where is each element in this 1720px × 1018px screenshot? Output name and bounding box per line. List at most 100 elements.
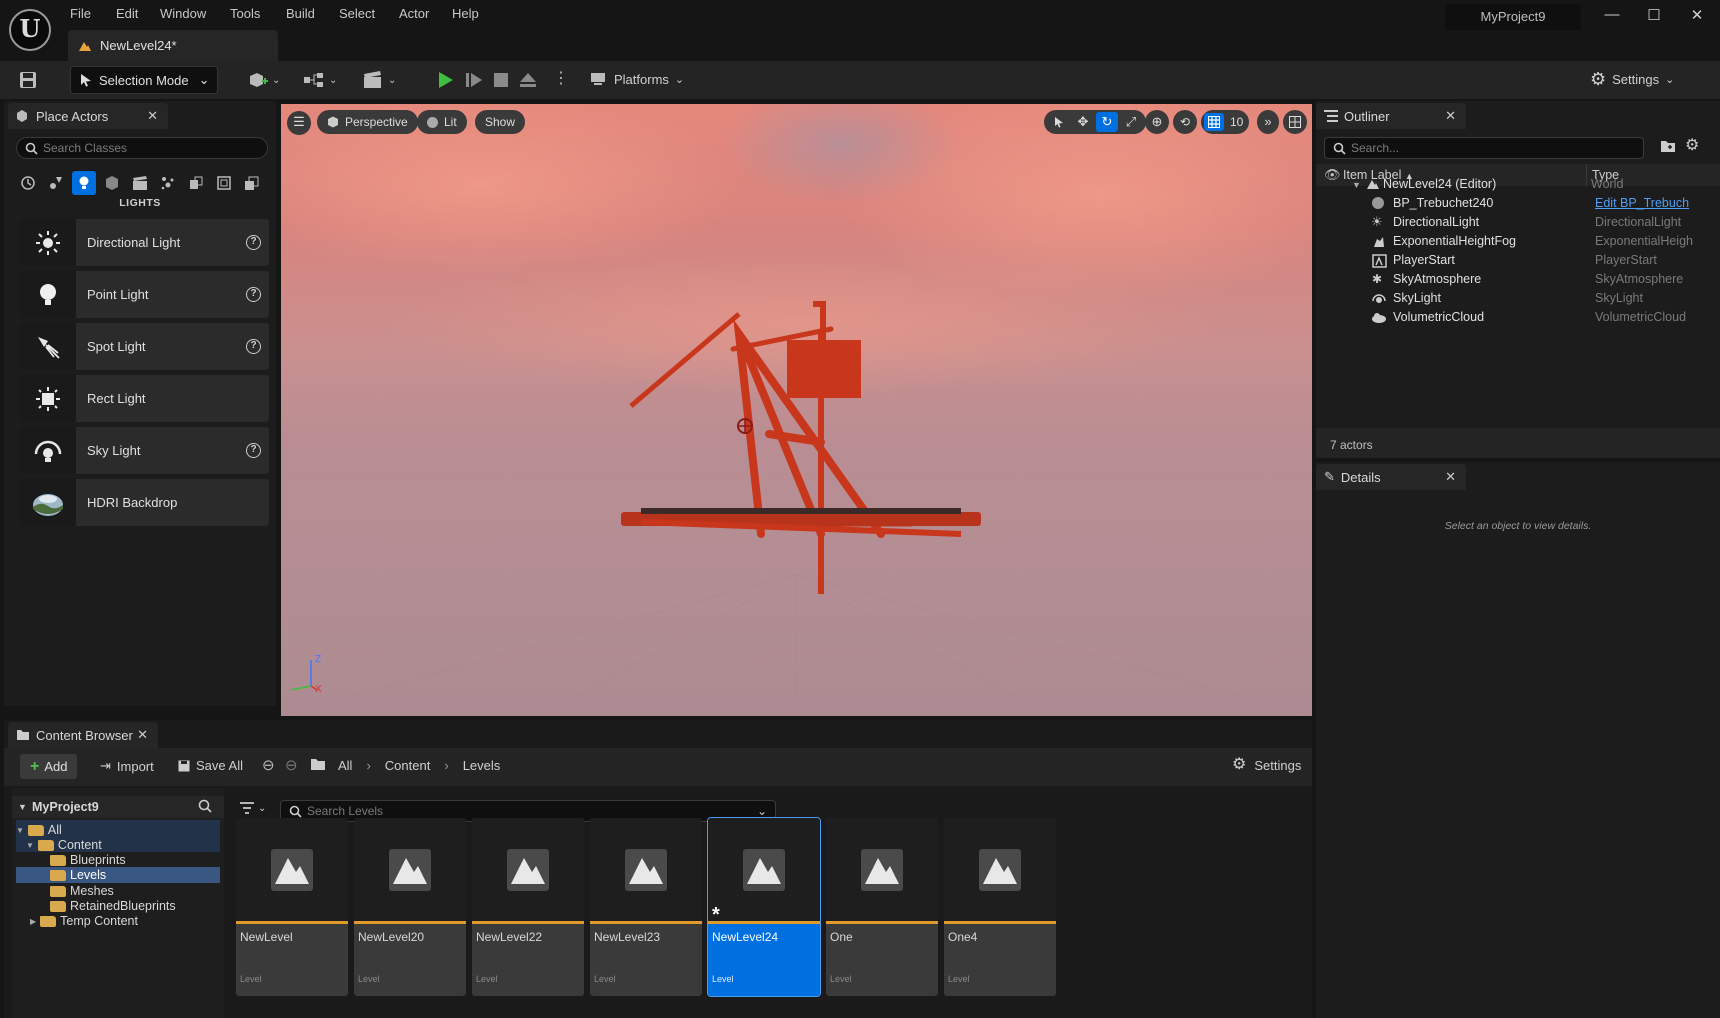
folder-icon[interactable] xyxy=(310,758,326,771)
close-window-icon[interactable]: ✕ xyxy=(1680,6,1714,30)
back-icon[interactable]: ⊖ xyxy=(262,756,275,774)
save-all-button[interactable]: Save All xyxy=(178,758,243,773)
menu-build[interactable]: Build xyxy=(286,6,315,24)
level-viewport[interactable]: ☰ Perspective Lit Show ✥ ↻ ⤢ ⊕ ⟲ 10 » Z … xyxy=(281,104,1312,716)
menu-edit[interactable]: Edit xyxy=(116,6,138,24)
import-button[interactable]: ⇥ Import xyxy=(100,758,154,774)
outliner-row-height-fog[interactable]: ExponentialHeightFog ExponentialHeigh xyxy=(1316,233,1720,252)
menu-select[interactable]: Select xyxy=(339,6,375,24)
details-tab[interactable]: ✎ Details ✕ xyxy=(1316,464,1466,490)
stop-icon[interactable] xyxy=(493,72,509,88)
tree-item-blueprints[interactable]: Blueprints xyxy=(50,852,126,868)
show-button[interactable]: Show xyxy=(475,110,526,134)
save-icon[interactable] xyxy=(18,70,38,90)
outliner-search-input[interactable]: Search... xyxy=(1324,137,1644,159)
lit-view-mode-button[interactable]: Lit xyxy=(417,110,467,134)
outliner-row-world[interactable]: ▼ NewLevel24 (Editor) World xyxy=(1316,175,1720,195)
maximize-icon[interactable]: ☐ xyxy=(1637,6,1671,30)
asset-tile[interactable]: NewLevel22 Level xyxy=(472,818,584,996)
add-folder-icon[interactable] xyxy=(1660,139,1676,153)
project-header[interactable]: ▼ MyProject9 xyxy=(12,796,224,818)
platforms-dropdown[interactable]: Platforms ⌄ xyxy=(590,71,684,87)
selection-mode-dropdown[interactable]: Selection Mode ⌄ xyxy=(70,66,218,94)
actor-item-point-light[interactable]: Point Light ? xyxy=(19,271,269,318)
outliner-row-sky-atmosphere[interactable]: ✱ SkyAtmosphere SkyAtmosphere xyxy=(1316,271,1720,290)
menu-help[interactable]: Help xyxy=(452,6,479,24)
cinematic-category-icon[interactable] xyxy=(128,171,152,195)
actor-item-spot-light[interactable]: Spot Light ? xyxy=(19,323,269,370)
help-icon[interactable]: ? xyxy=(246,443,261,458)
add-actor-button[interactable]: ⌄ xyxy=(248,71,280,89)
search-icon[interactable] xyxy=(198,799,212,813)
close-tab-icon[interactable]: ✕ xyxy=(137,727,148,743)
grid-snap-toggle[interactable]: 10 xyxy=(1201,110,1250,134)
viewport-layout-icon[interactable] xyxy=(1283,110,1307,134)
trebuchet-model[interactable] xyxy=(611,294,991,594)
select-tool-icon[interactable] xyxy=(1048,112,1070,132)
forward-icon[interactable]: ⊖ xyxy=(285,756,298,774)
world-space-icon[interactable]: ⊕ xyxy=(1145,110,1169,134)
expand-toolbar-icon[interactable]: » xyxy=(1257,110,1279,134)
surface-snapping-icon[interactable]: ⟲ xyxy=(1173,110,1197,134)
level-document-tab[interactable]: NewLevel24* xyxy=(68,30,278,61)
recent-category-icon[interactable] xyxy=(16,171,40,195)
breadcrumb-content[interactable]: Content xyxy=(385,758,431,773)
geometry-category-icon[interactable] xyxy=(212,171,236,195)
content-settings-button[interactable]: ⚙ Settings xyxy=(1232,757,1301,773)
tree-item-meshes[interactable]: Meshes xyxy=(50,883,114,899)
outliner-row-player-start[interactable]: PlayerStart PlayerStart xyxy=(1316,252,1720,271)
asset-tile[interactable]: NewLevel23 Level xyxy=(590,818,702,996)
tree-item-content[interactable]: ▼ Content xyxy=(26,837,102,853)
help-icon[interactable]: ? xyxy=(246,235,261,250)
collapse-arrow-icon[interactable]: ▼ xyxy=(18,802,27,812)
tree-item-retained-blueprints[interactable]: RetainedBlueprints xyxy=(50,898,176,914)
asset-tile[interactable]: * NewLevel24 Level xyxy=(707,817,821,997)
place-actors-tab[interactable]: Place Actors ✕ xyxy=(8,103,168,129)
menu-actor[interactable]: Actor xyxy=(399,6,429,24)
menu-window[interactable]: Window xyxy=(160,6,206,24)
breadcrumb-levels[interactable]: Levels xyxy=(463,758,501,773)
actor-item-sky-light[interactable]: Sky Light ? xyxy=(19,427,269,474)
asset-tile[interactable]: NewLevel Level xyxy=(236,818,348,996)
actor-item-rect-light[interactable]: Rect Light xyxy=(19,375,269,422)
unreal-logo[interactable]: U xyxy=(9,9,51,51)
actor-item-directional-light[interactable]: Directional Light ? xyxy=(19,219,269,266)
breadcrumb-all[interactable]: All xyxy=(338,758,352,773)
tree-item-levels[interactable]: Levels xyxy=(50,867,106,883)
outliner-row-sky-light[interactable]: SkyLight SkyLight xyxy=(1316,290,1720,309)
outliner-row-volumetric-cloud[interactable]: VolumetricCloud VolumetricCloud xyxy=(1316,309,1720,328)
eject-icon[interactable] xyxy=(519,71,537,89)
asset-tile[interactable]: One4 Level xyxy=(944,818,1056,996)
viewport-menu-icon[interactable]: ☰ xyxy=(287,111,311,135)
help-icon[interactable]: ? xyxy=(246,339,261,354)
basic-category-icon[interactable] xyxy=(44,171,68,195)
shapes-category-icon[interactable] xyxy=(100,171,124,195)
step-forward-icon[interactable] xyxy=(465,71,483,89)
tree-item-temp-content[interactable]: ▶ Temp Content xyxy=(30,913,138,929)
outliner-row-directional-light[interactable]: ☀ DirectionalLight DirectionalLight xyxy=(1316,214,1720,233)
add-button[interactable]: + Add xyxy=(20,754,78,779)
menu-file[interactable]: File xyxy=(70,6,91,24)
outliner-tab[interactable]: Outliner ✕ xyxy=(1316,103,1466,129)
move-tool-icon[interactable]: ✥ xyxy=(1072,112,1094,132)
toolbar-settings-button[interactable]: ⚙ Settings ⌄ xyxy=(1590,70,1674,88)
expand-arrow-icon[interactable]: ▼ xyxy=(1352,180,1361,190)
search-classes-input[interactable]: Search Classes xyxy=(16,137,268,159)
play-icon[interactable] xyxy=(435,70,455,90)
close-tab-icon[interactable]: ✕ xyxy=(1445,469,1456,485)
tree-item-all[interactable]: ▼ All xyxy=(16,822,62,838)
menu-tools[interactable]: Tools xyxy=(230,6,260,24)
minimize-icon[interactable]: — xyxy=(1595,6,1629,30)
rotate-tool-icon[interactable]: ↻ xyxy=(1096,112,1118,132)
lights-category-icon[interactable] xyxy=(72,171,96,195)
perspective-button[interactable]: Perspective xyxy=(317,110,418,134)
outliner-row-bp-trebuchet[interactable]: BP_Trebuchet240 Edit BP_Trebuch xyxy=(1316,195,1720,214)
volumes-category-icon[interactable] xyxy=(184,171,208,195)
filter-button[interactable]: ⌄ xyxy=(240,802,266,814)
asset-tile[interactable]: NewLevel20 Level xyxy=(354,818,466,996)
visual-effects-category-icon[interactable] xyxy=(156,171,180,195)
cinematics-menu-button[interactable]: ⌄ xyxy=(362,71,396,89)
scale-tool-icon[interactable]: ⤢ xyxy=(1120,112,1142,132)
all-classes-category-icon[interactable] xyxy=(240,171,264,195)
gear-icon[interactable]: ⚙ xyxy=(1685,135,1699,155)
